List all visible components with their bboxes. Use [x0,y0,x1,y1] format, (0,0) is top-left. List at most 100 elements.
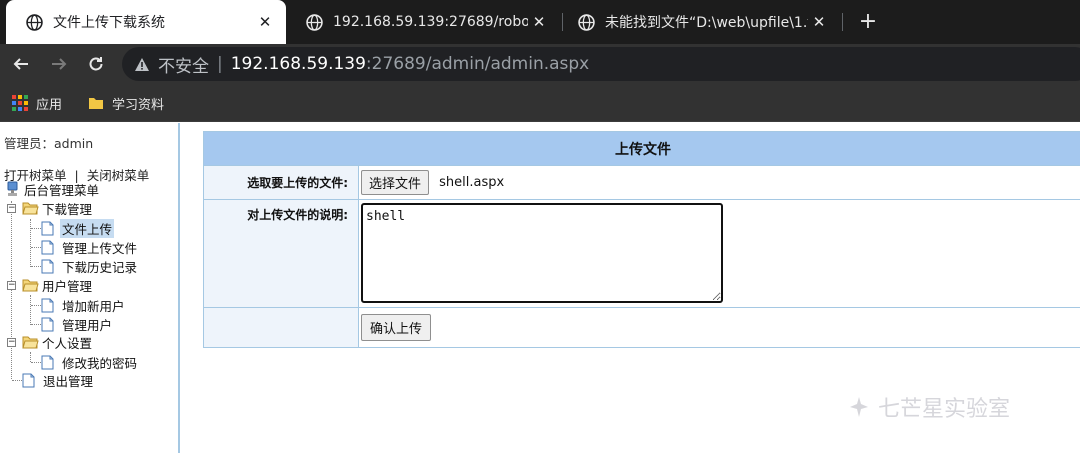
tree-item-label: 修改我的密码 [62,355,138,371]
folder-icon [88,95,104,111]
tab-file-not-found[interactable]: 未能找到文件“D:\web\upfile\1.t ✕ [564,0,840,44]
chosen-file-name: shell.aspx [439,175,505,190]
bookmark-label: 应用 [36,97,63,113]
submit-cell: 确认上传 [358,307,1080,348]
bookmark-study-materials[interactable]: 学习资料 [88,93,164,113]
tree-group-label: 下载管理 [42,201,93,217]
page-icon [41,221,54,235]
tree-line [31,324,41,325]
browser-tab-bar: 文件上传下载系统 ✕ 192.168.59.139:27689/robots.t… [0,0,1080,44]
globe-icon [306,13,323,31]
description-field-cell: shell [358,199,1080,308]
address-separator: | [217,54,223,74]
tree-line [31,305,41,306]
empty-label-cell [203,307,359,348]
folder-open-icon [22,336,39,349]
reload-button[interactable] [84,52,108,76]
tree-item-download-history[interactable]: 下载历史记录 [41,257,137,275]
tree-group-label: 个人设置 [42,335,93,351]
forward-button[interactable] [47,52,71,76]
tree-line [31,266,41,267]
tab-upload-system[interactable]: 文件上传下载系统 ✕ [6,0,286,44]
page-icon [41,298,54,312]
tree-item-logout[interactable]: 退出管理 [22,371,93,389]
reload-icon [89,57,103,71]
tree-line [31,362,41,363]
globe-icon [578,13,595,31]
tree-line [30,352,31,362]
not-secure-label[interactable]: 不安全 [158,52,209,77]
collapse-toggle[interactable]: − [7,281,16,290]
folder-open-icon [22,279,39,292]
form-header: 上传文件 [203,131,1080,166]
bookmark-label: 学习资料 [112,97,165,113]
warning-triangle-icon[interactable] [134,57,152,72]
globe-icon [26,13,43,31]
description-field-label: 对上传文件的说明: [203,199,359,308]
tab-robots[interactable]: 192.168.59.139:27689/robots.t ✕ [286,0,560,44]
choose-file-button[interactable]: 选择文件 [361,170,430,195]
page-icon [41,240,54,254]
tree-item-label: 增加新用户 [62,298,125,314]
tree-item-label: 下载历史记录 [62,259,138,275]
upload-form-table: 上传文件 选取要上传的文件: 选择文件 shell.aspx 对上传文件的说明:… [203,131,1080,348]
star-burst-icon [850,397,868,417]
tab-separator [842,13,843,31]
url-path: :27689/admin/admin.aspx [365,54,590,74]
folder-open-icon [22,202,39,215]
tree-line [11,201,12,379]
tree-line [12,380,22,381]
tree-line [30,295,31,325]
collapse-toggle[interactable]: − [7,338,16,347]
tree-line [31,247,41,248]
tree-line [30,219,31,267]
file-field-label: 选取要上传的文件: [203,165,359,200]
arrow-right-icon [52,58,67,70]
file-field-cell: 选择文件 shell.aspx [358,165,1080,200]
tree-item-file-upload[interactable]: 文件上传 [41,218,115,238]
watermark: 七芒星实验室 [848,391,1010,423]
browser-toolbar: 不安全 | 192.168.59.139 :27689/admin/admin.… [0,44,1080,84]
tab-title: 192.168.59.139:27689/robots.t [333,14,528,30]
page-icon [41,355,54,369]
tree-item-label: 管理上传文件 [62,240,138,256]
tree-item-manage-uploads[interactable]: 管理上传文件 [41,238,137,256]
tree-item-label: 退出管理 [43,373,94,389]
collapse-toggle[interactable]: − [7,204,16,213]
page-icon [41,317,54,331]
close-tab-icon[interactable]: ✕ [254,13,276,31]
page-icon [41,259,54,273]
address-bar[interactable]: 不安全 | 192.168.59.139 :27689/admin/admin.… [122,47,1080,81]
tree-group-users[interactable]: 用户管理 [22,276,92,294]
back-button[interactable] [9,52,33,76]
tree-group-download[interactable]: 下载管理 [22,199,92,217]
bookmarks-bar: 应用 学习资料 [0,84,1080,122]
apps-grid-icon [12,95,28,111]
new-tab-button[interactable]: + [855,9,881,35]
computer-icon [7,181,18,196]
close-tab-icon[interactable]: ✕ [528,13,550,31]
tab-title: 未能找到文件“D:\web\upfile\1.t [605,15,808,31]
tree-line [31,228,41,229]
tab-title: 文件上传下载系统 [53,15,165,31]
tree-item-change-password[interactable]: 修改我的密码 [41,353,137,371]
close-tab-icon[interactable]: ✕ [808,13,830,31]
page-icon [22,373,35,387]
sidebar-frame: 管理员：admin 打开树菜单 | 关闭树菜单 后台管理菜单 − 下载管理 文件… [0,123,180,453]
url-host: 192.168.59.139 [230,54,366,74]
tree-root-label: 后台管理菜单 [24,182,100,198]
watermark-text: 七芒星实验室 [878,397,1011,422]
tree-group-label: 用户管理 [42,278,93,294]
confirm-upload-button[interactable]: 确认上传 [361,314,432,341]
admin-user-label: 管理员：admin [4,136,94,151]
tree-item-label: 文件上传 [60,218,115,238]
bookmark-apps[interactable]: 应用 [12,93,62,113]
tree-item-add-user[interactable]: 增加新用户 [41,296,125,314]
arrow-left-icon [13,58,28,70]
tree-root[interactable]: 后台管理菜单 [6,180,99,198]
page-content: 管理员：admin 打开树菜单 | 关闭树菜单 后台管理菜单 − 下载管理 文件… [0,123,1080,453]
tree-group-personal[interactable]: 个人设置 [22,333,92,351]
tree-item-manage-users[interactable]: 管理用户 [41,315,112,333]
description-textarea[interactable]: shell [361,203,723,303]
tree-item-label: 管理用户 [62,317,113,333]
